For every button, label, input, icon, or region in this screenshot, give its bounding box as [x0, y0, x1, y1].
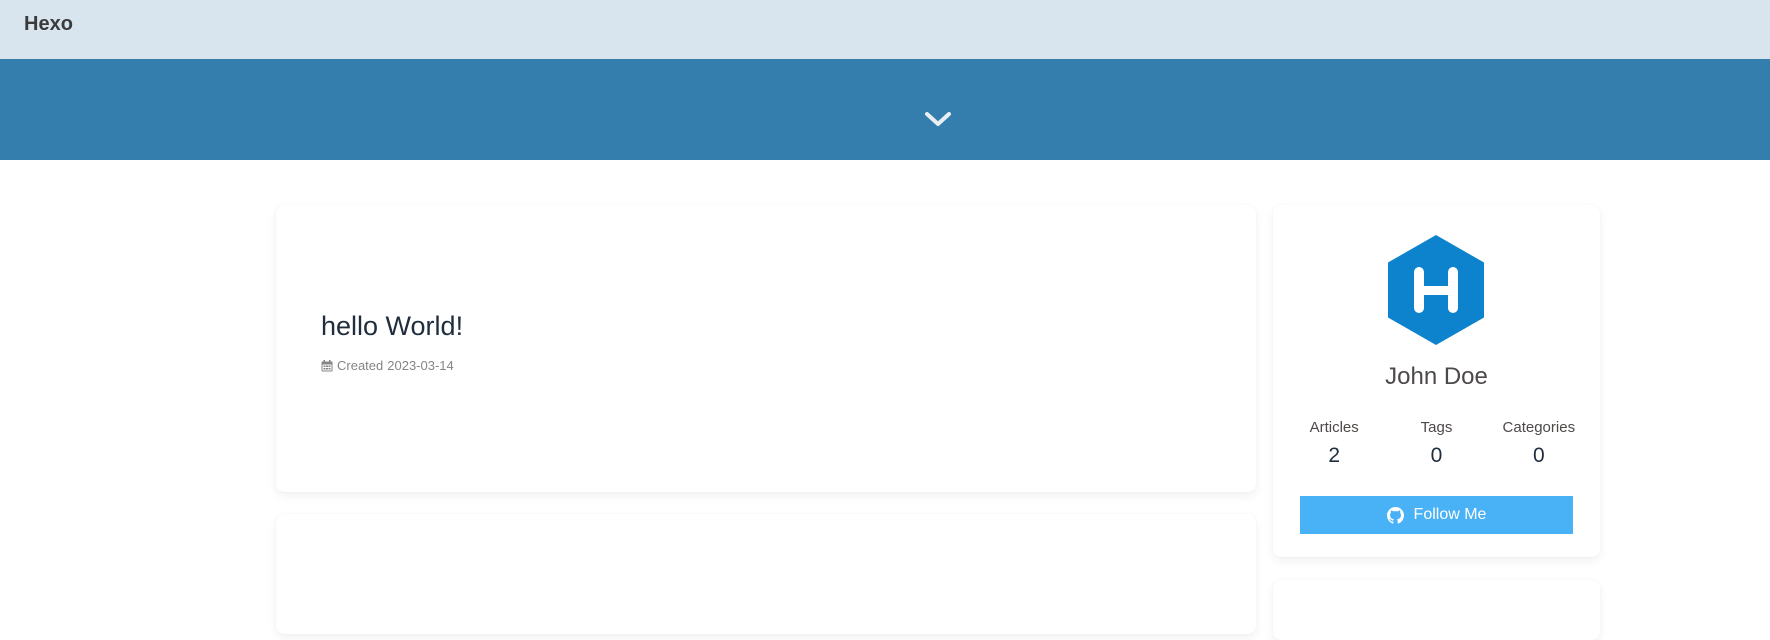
stat-value: 0 [1430, 444, 1443, 467]
author-name: John Doe [1385, 363, 1488, 390]
stat-label: Articles [1309, 419, 1359, 436]
chevron-down-icon[interactable] [923, 106, 953, 132]
post-date: 2023-03-14 [387, 358, 454, 373]
post-card: hello World! Created 2023-03-14 [276, 205, 1256, 492]
top-navbar: Hexo [0, 0, 1770, 59]
stat-value: 2 [1328, 444, 1340, 467]
calendar-icon [321, 359, 333, 372]
hexo-logo [1388, 235, 1484, 345]
post-meta: Created 2023-03-14 [321, 358, 454, 373]
stat-label: Categories [1502, 419, 1576, 436]
follow-me-button[interactable]: Follow Me [1300, 496, 1573, 534]
follow-me-label: Follow Me [1413, 506, 1487, 523]
stat-articles[interactable]: Articles 2 [1289, 419, 1379, 468]
avatar[interactable] [1385, 233, 1487, 347]
post-title-link[interactable]: hello World! [321, 311, 463, 342]
stat-label: Tags [1420, 419, 1453, 436]
site-title-link[interactable]: Hexo [24, 13, 73, 36]
author-stats: Articles 2 Tags 0 Categories 0 [1273, 419, 1600, 468]
stat-categories[interactable]: Categories 0 [1494, 419, 1584, 468]
page-banner [0, 59, 1770, 160]
post-meta-label: Created [337, 358, 384, 373]
sidebar-card [1273, 580, 1600, 640]
stat-tags[interactable]: Tags 0 [1391, 419, 1481, 468]
post-card [276, 514, 1256, 634]
stat-value: 0 [1532, 444, 1545, 467]
author-info-card: John Doe Articles 2 Tags 0 Categories 0 … [1273, 205, 1600, 557]
github-icon [1386, 506, 1404, 524]
